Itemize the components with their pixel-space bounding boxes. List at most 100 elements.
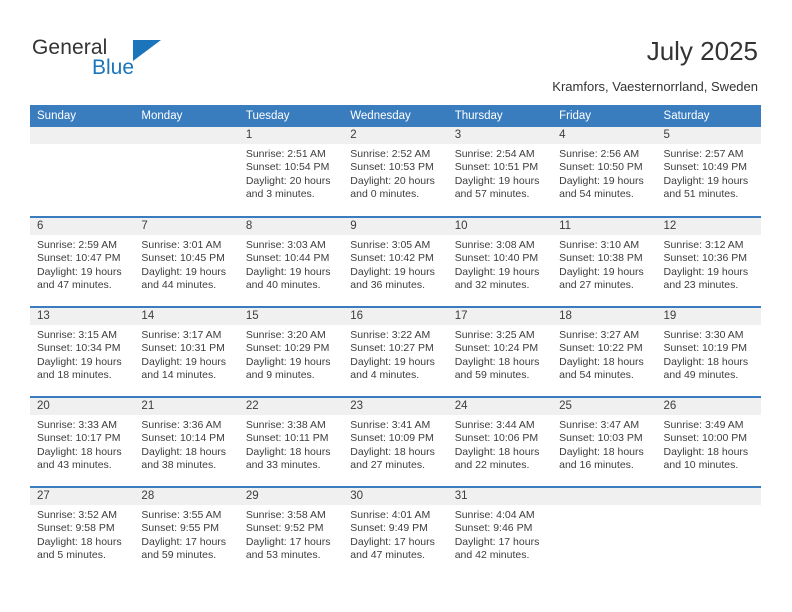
calendar-day-cell[interactable]: 1 Sunrise: 2:51 AM Sunset: 10:54 PM Dayligh… (238, 127, 344, 217)
day-sunset-text: Sunset: 10:42 PM (350, 252, 434, 265)
day-sunset-text: Sunset: 10:54 PM (245, 161, 330, 174)
weekday-header-saturday: Saturday (656, 105, 761, 127)
calendar-day-cell[interactable]: 21 Sunrise: 3:36 AM Sunset: 10:14 PM Daylig… (134, 396, 239, 487)
day-sunset-text: Sunset: 10:36 PM (663, 252, 747, 265)
day-daylight2-text: and 27 minutes. (350, 459, 425, 472)
calendar-empty-cell (656, 486, 761, 577)
day-sunset-text: Sunset: 10:14 PM (141, 432, 225, 445)
weekday-header-thursday: Thursday (447, 105, 553, 127)
calendar-day-cell[interactable]: 15 Sunrise: 3:20 AM Sunset: 10:29 PM Daylig… (238, 306, 344, 397)
weekday-header-wednesday: Wednesday (343, 105, 448, 127)
day-sun-info: Sunrise: 3:10 AM Sunset: 10:38 PM Daylight… (552, 235, 656, 293)
calendar-day-cell[interactable]: 24 Sunrise: 3:44 AM Sunset: 10:06 PM Daylig… (447, 396, 553, 487)
day-sunset-text: Sunset: 10:45 PM (141, 252, 225, 265)
day-daylight2-text: and 14 minutes. (141, 369, 217, 382)
day-daylight1-text: Daylight: 18 hours (454, 355, 540, 368)
day-sun-info: Sunrise: 3:33 AM Sunset: 10:17 PM Daylight… (30, 415, 134, 473)
day-daylight2-text: and 59 minutes. (454, 369, 530, 382)
calendar-day-cell[interactable]: 25 Sunrise: 3:47 AM Sunset: 10:03 PM Daylig… (552, 396, 657, 487)
calendar-day-cell[interactable]: 6 Sunrise: 2:59 AM Sunset: 10:47 PM Dayligh… (30, 216, 135, 307)
calendar-day-cell[interactable]: 2 Sunrise: 2:52 AM Sunset: 10:53 PM Dayligh… (343, 127, 448, 217)
day-sunrise-text: Sunrise: 3:52 AM (37, 509, 117, 521)
calendar-day-cell[interactable]: 18 Sunrise: 3:27 AM Sunset: 10:22 PM Daylig… (552, 306, 657, 397)
calendar-day-cell[interactable]: 9 Sunrise: 3:05 AM Sunset: 10:42 PM Dayligh… (343, 216, 448, 307)
calendar-day-cell[interactable]: 8 Sunrise: 3:03 AM Sunset: 10:44 PM Dayligh… (238, 216, 344, 307)
day-daylight2-text: and 43 minutes. (37, 459, 112, 472)
day-sunrise-text: Sunrise: 2:52 AM (350, 148, 431, 160)
brand-logo[interactable]: General Blue (32, 36, 172, 88)
calendar-day-cell[interactable]: 11 Sunrise: 3:10 AM Sunset: 10:38 PM Daylig… (552, 216, 657, 307)
day-sunset-text: Sunset: 10:24 PM (454, 342, 539, 355)
day-number: 22 (238, 398, 344, 415)
day-sun-info: Sunrise: 3:20 AM Sunset: 10:29 PM Daylight… (239, 325, 343, 383)
day-daylight2-text: and 33 minutes. (245, 459, 321, 472)
calendar-day-cell[interactable]: 29 Sunrise: 3:58 AM Sunset: 9:52 PM Dayligh… (238, 486, 344, 577)
day-number: 16 (343, 308, 448, 325)
day-sunrise-text: Sunrise: 3:25 AM (454, 329, 535, 341)
day-sunset-text: Sunset: 10:38 PM (559, 252, 643, 265)
calendar-day-cell[interactable]: 7 Sunrise: 3:01 AM Sunset: 10:45 PM Dayligh… (134, 216, 239, 307)
day-daylight2-text: and 27 minutes. (559, 279, 634, 292)
day-number: 4 (552, 127, 657, 144)
calendar-day-cell[interactable]: 23 Sunrise: 3:41 AM Sunset: 10:09 PM Daylig… (343, 396, 448, 487)
day-sun-info: Sunrise: 3:25 AM Sunset: 10:24 PM Daylight… (448, 325, 552, 383)
calendar-day-cell[interactable]: 10 Sunrise: 3:08 AM Sunset: 10:40 PM Daylig… (447, 216, 553, 307)
day-sunset-text: Sunset: 10:27 PM (350, 342, 434, 355)
calendar-day-cell[interactable]: 27 Sunrise: 3:52 AM Sunset: 9:58 PM Dayligh… (30, 486, 135, 577)
calendar-day-cell[interactable]: 22 Sunrise: 3:38 AM Sunset: 10:11 PM Daylig… (238, 396, 344, 487)
calendar-day-cell[interactable]: 31 Sunrise: 4:04 AM Sunset: 9:46 PM Dayligh… (447, 486, 553, 577)
day-daylight1-text: Daylight: 19 hours (37, 355, 122, 368)
day-number: 28 (134, 488, 239, 505)
day-sunset-text: Sunset: 10:19 PM (663, 342, 747, 355)
day-number: 21 (134, 398, 239, 415)
day-sunset-text: Sunset: 10:00 PM (663, 432, 747, 445)
calendar-day-cell[interactable]: 5 Sunrise: 2:57 AM Sunset: 10:49 PM Dayligh… (656, 127, 761, 217)
calendar-day-cell[interactable]: 3 Sunrise: 2:54 AM Sunset: 10:51 PM Dayligh… (447, 127, 553, 217)
calendar-day-cell[interactable]: 14 Sunrise: 3:17 AM Sunset: 10:31 PM Daylig… (134, 306, 239, 397)
day-number: 20 (30, 398, 135, 415)
day-number: 30 (343, 488, 448, 505)
day-daylight1-text: Daylight: 19 hours (245, 265, 331, 278)
page-subtitle: Kramfors, Vaesternorrland, Sweden (552, 79, 758, 94)
day-sun-info: Sunrise: 2:52 AM Sunset: 10:53 PM Daylight… (343, 144, 447, 202)
calendar-day-cell[interactable]: 20 Sunrise: 3:33 AM Sunset: 10:17 PM Daylig… (30, 396, 135, 487)
day-number: 23 (343, 398, 448, 415)
day-sun-info: Sunrise: 2:59 AM Sunset: 10:47 PM Daylight… (30, 235, 134, 293)
calendar-day-cell[interactable]: 4 Sunrise: 2:56 AM Sunset: 10:50 PM Dayligh… (552, 127, 657, 217)
day-number: 17 (447, 308, 553, 325)
day-sun-info: Sunrise: 3:49 AM Sunset: 10:00 PM Daylight… (657, 415, 761, 473)
day-daylight1-text: Daylight: 19 hours (454, 265, 540, 278)
day-number: 3 (447, 127, 553, 144)
day-number: 13 (30, 308, 135, 325)
day-sunrise-text: Sunrise: 3:38 AM (245, 419, 326, 431)
calendar-day-cell[interactable]: 13 Sunrise: 3:15 AM Sunset: 10:34 PM Daylig… (30, 306, 135, 397)
day-number: 1 (238, 127, 344, 144)
day-sun-info: Sunrise: 3:22 AM Sunset: 10:27 PM Daylight… (343, 325, 447, 383)
day-sunrise-text: Sunrise: 3:12 AM (663, 239, 744, 251)
day-number (30, 127, 135, 144)
day-sunrise-text: Sunrise: 2:54 AM (454, 148, 535, 160)
day-sunrise-text: Sunrise: 3:05 AM (350, 239, 431, 251)
day-daylight1-text: Daylight: 17 hours (454, 535, 540, 548)
day-sunset-text: Sunset: 9:58 PM (37, 522, 115, 535)
day-sun-info: Sunrise: 3:15 AM Sunset: 10:34 PM Daylight… (30, 325, 134, 383)
calendar-day-cell[interactable]: 12 Sunrise: 3:12 AM Sunset: 10:36 PM Daylig… (656, 216, 761, 307)
day-daylight1-text: Daylight: 18 hours (663, 355, 749, 368)
day-sunrise-text: Sunrise: 3:17 AM (141, 329, 222, 341)
calendar-day-cell[interactable]: 16 Sunrise: 3:22 AM Sunset: 10:27 PM Daylig… (343, 306, 448, 397)
day-sunset-text: Sunset: 10:44 PM (245, 252, 330, 265)
calendar-day-cell[interactable]: 17 Sunrise: 3:25 AM Sunset: 10:24 PM Daylig… (447, 306, 553, 397)
calendar-day-cell[interactable]: 28 Sunrise: 3:55 AM Sunset: 9:55 PM Dayligh… (134, 486, 239, 577)
day-daylight2-text: and 4 minutes. (350, 369, 420, 382)
day-daylight2-text: and 10 minutes. (663, 459, 739, 472)
day-daylight1-text: Daylight: 17 hours (141, 535, 227, 548)
calendar-empty-cell (134, 127, 239, 217)
calendar-day-cell[interactable]: 19 Sunrise: 3:30 AM Sunset: 10:19 PM Daylig… (656, 306, 761, 397)
calendar-day-cell[interactable]: 26 Sunrise: 3:49 AM Sunset: 10:00 PM Daylig… (656, 396, 761, 487)
calendar-day-cell[interactable]: 30 Sunrise: 4:01 AM Sunset: 9:49 PM Dayligh… (343, 486, 448, 577)
day-daylight1-text: Daylight: 17 hours (350, 535, 435, 548)
day-sunrise-text: Sunrise: 3:30 AM (663, 329, 744, 341)
triangle-icon (133, 40, 161, 61)
day-sunrise-text: Sunrise: 3:55 AM (141, 509, 222, 521)
day-number: 7 (134, 218, 239, 235)
